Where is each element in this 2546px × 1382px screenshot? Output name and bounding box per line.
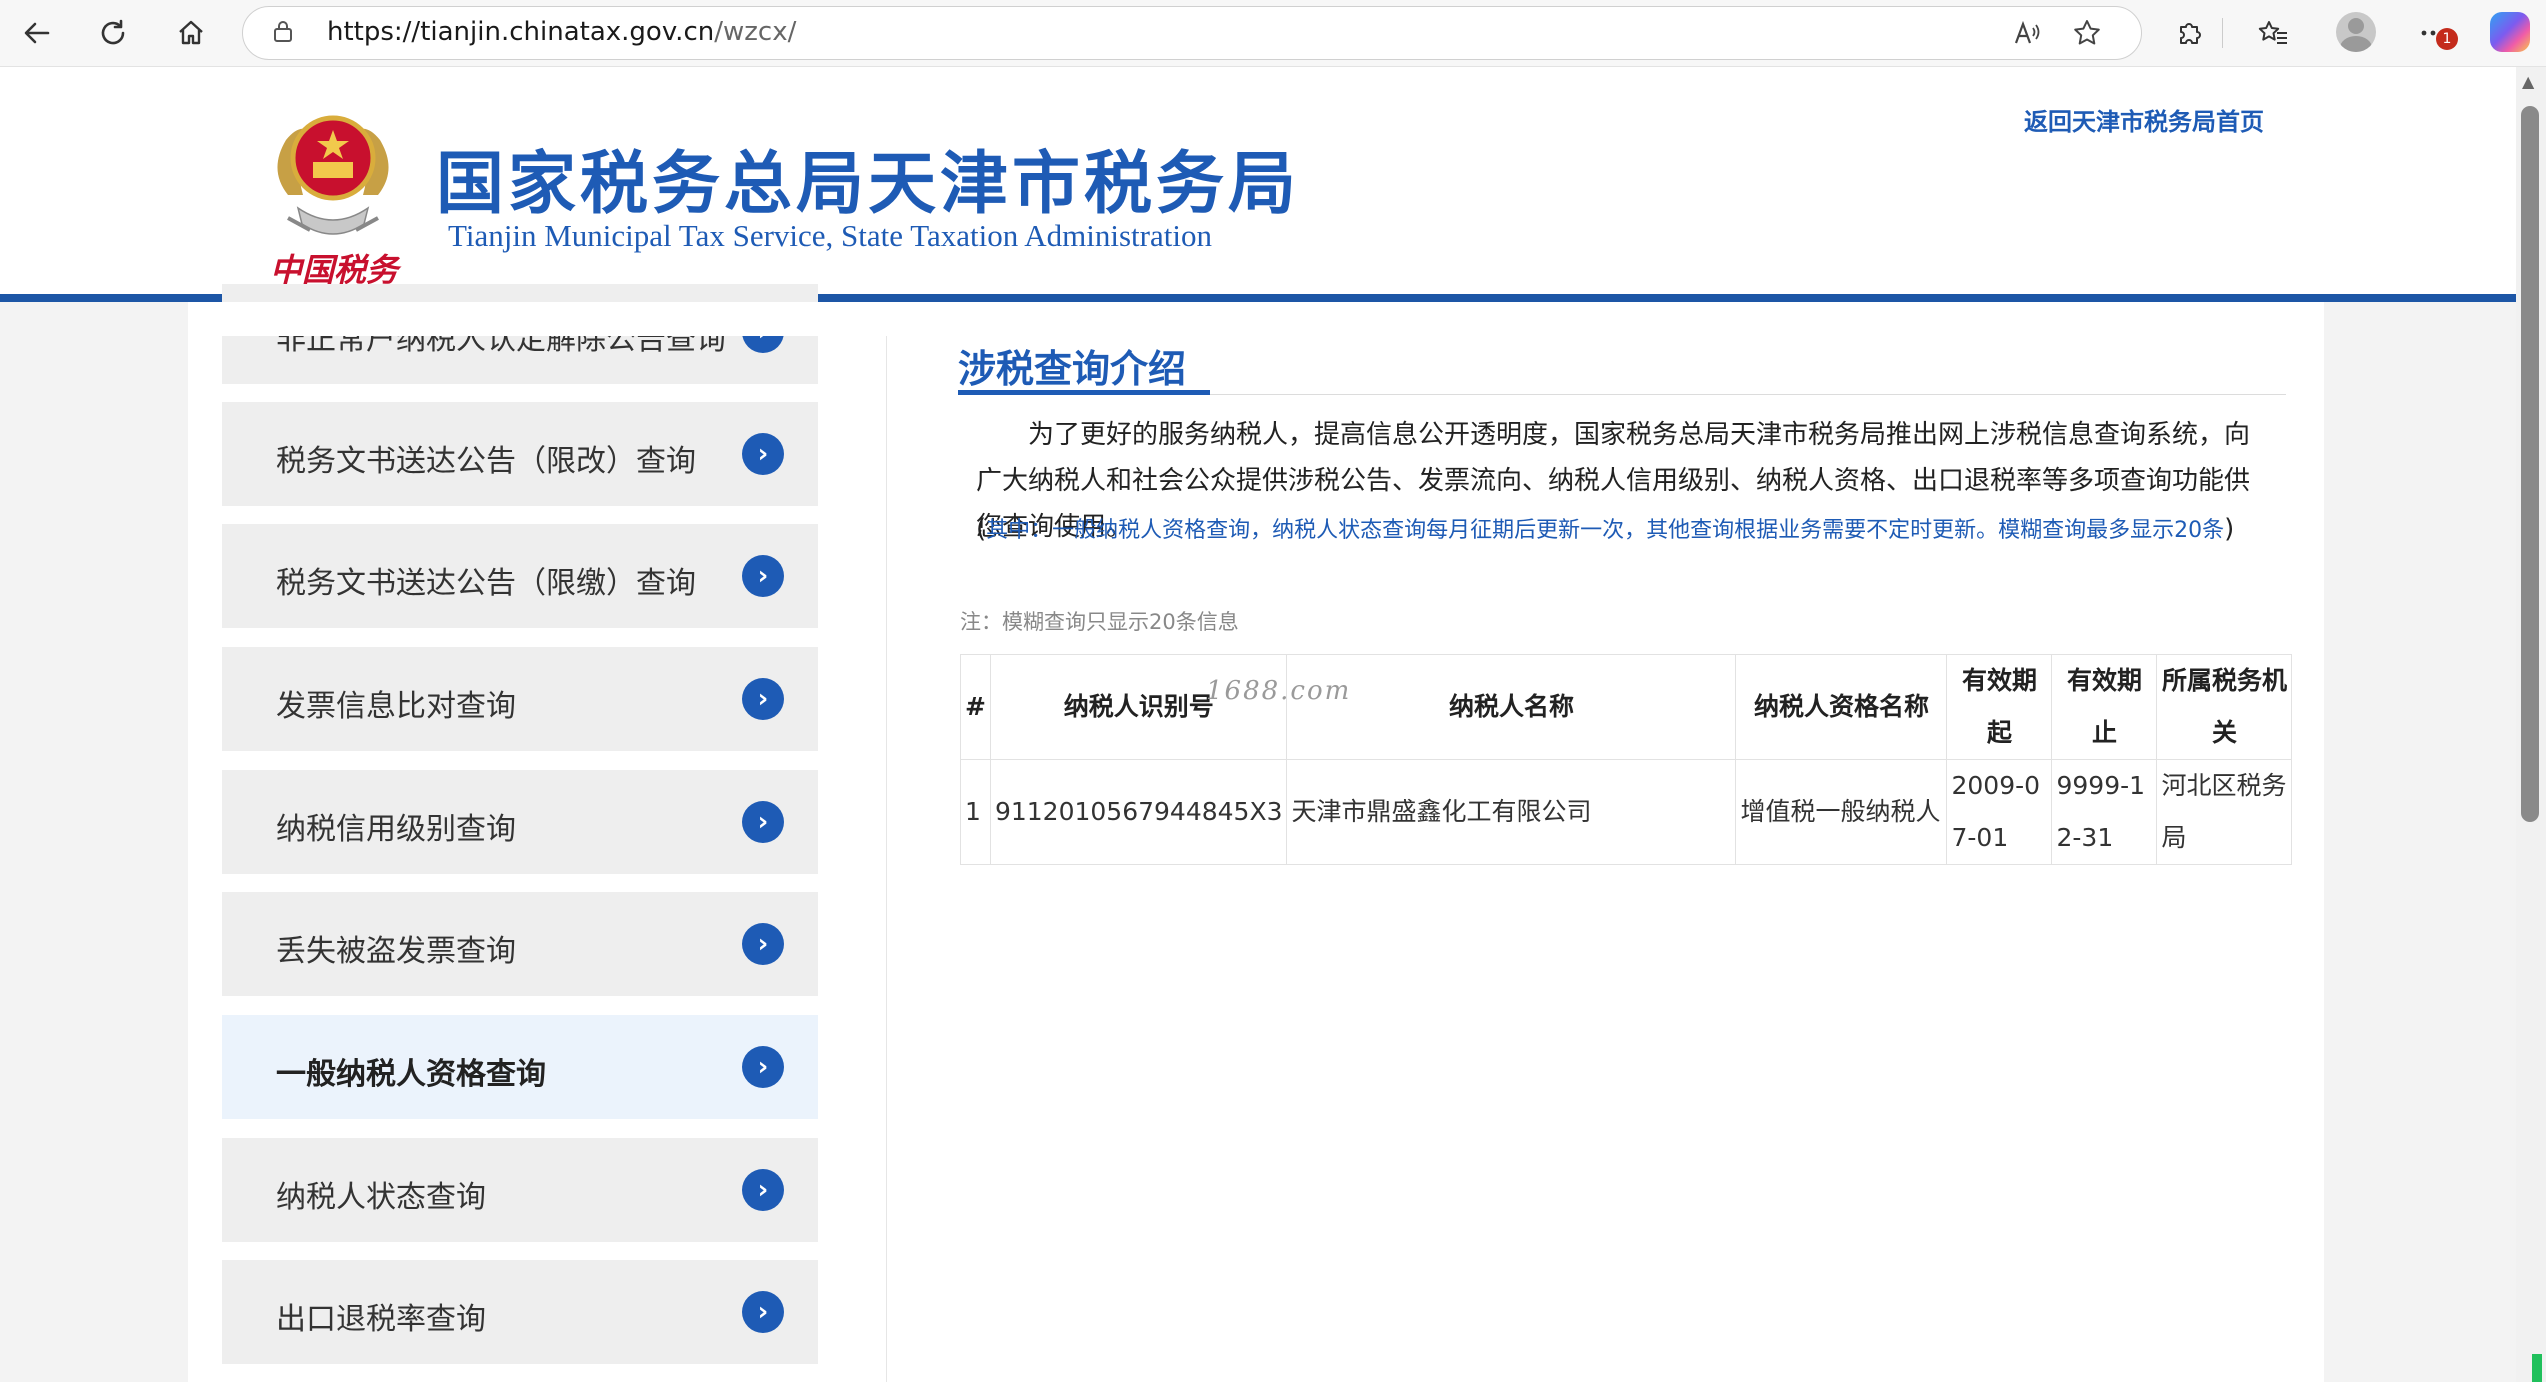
col-qualification: 纳税人资格名称 (1735, 654, 1948, 760)
fuzzy-query-note: 注：模糊查询只显示20条信息 (960, 610, 1239, 634)
favorite-star-icon[interactable] (2069, 15, 2105, 51)
result-table: # 纳税人识别号 纳税人名称 纳税人资格名称 有效期起 有效期止 所属税务机关 … (960, 654, 2293, 865)
sidebar-clip-mask (222, 302, 818, 336)
update-note-close: ) (2224, 514, 2235, 544)
cell-valid-to: 9999-12-31 (2051, 759, 2158, 865)
chevron-right-icon: › (742, 1169, 784, 1211)
col-taxpayer-name: 纳税人名称 (1286, 654, 1737, 760)
toolbar-separator (2222, 18, 2223, 48)
cell-valid-from: 2009-07-01 (1946, 759, 2053, 865)
col-taxpayer-id: 纳税人识别号 (989, 654, 1288, 760)
site-title-en: Tianjin Municipal Tax Service, State Tax… (448, 218, 1212, 253)
sidebar-item-invoice-compare[interactable]: 发票信息比对查询 › (222, 647, 818, 751)
chevron-right-icon: › (742, 801, 784, 843)
title-underline (958, 390, 1210, 395)
update-note: (其中：一般纳税人资格查询，纳税人状态查询每月征期后更新一次，其他查询根据业务需… (976, 512, 2234, 544)
profile-avatar[interactable] (2336, 12, 2376, 52)
url-host: https://tianjin.chinatax.gov.cn (327, 17, 715, 47)
read-aloud-icon[interactable] (2009, 15, 2045, 51)
section-title: 涉税查询介绍 (958, 347, 1187, 391)
chevron-right-icon: › (742, 678, 784, 720)
sidebar-item-document-notice-correction[interactable]: 税务文书送达公告（限改）查询 › (222, 402, 818, 506)
sidebar-item-label: 丢失被盗发票查询 (276, 934, 516, 969)
cell-qualification: 增值税一般纳税人 (1735, 759, 1948, 865)
extensions-icon[interactable] (2166, 10, 2212, 56)
refresh-icon[interactable] (88, 8, 138, 58)
chevron-right-icon: › (742, 1046, 784, 1088)
scroll-up-arrow-icon[interactable]: ▲ (2522, 72, 2534, 91)
url-path: /wzcx/ (714, 17, 797, 47)
green-indicator (2532, 1354, 2542, 1382)
sidebar-item-label: 税务文书送达公告（限改）查询 (276, 444, 696, 479)
scrollbar-thumb[interactable] (2521, 106, 2539, 822)
site-title-cn: 国家税务总局天津市税务局 (436, 144, 1301, 224)
browser-toolbar: https://tianjin.chinatax.gov.cn/wzcx/ 1 (0, 0, 2546, 67)
col-tax-authority: 所属税务机关 (2156, 654, 2293, 760)
address-bar[interactable]: https://tianjin.chinatax.gov.cn/wzcx/ (242, 6, 2142, 60)
sidebar-item-label: 纳税人状态查询 (276, 1180, 486, 1215)
col-index: # (960, 654, 991, 760)
home-icon[interactable] (166, 8, 216, 58)
sidebar-item-label: 税务文书送达公告（限缴）查询 (276, 566, 696, 601)
cell-tax-authority: 河北区税务局 (2156, 759, 2293, 865)
sidebar-item-credit-rating[interactable]: 纳税信用级别查询 › (222, 770, 818, 874)
back-arrow-icon[interactable] (12, 8, 62, 58)
update-note-open: ( (976, 514, 987, 544)
sidebar-item-document-notice-payment[interactable]: 税务文书送达公告（限缴）查询 › (222, 524, 818, 628)
sidebar-item-label: 出口退税率查询 (276, 1302, 486, 1337)
watermark-text: 1688.com (1206, 676, 1352, 706)
chevron-right-icon: › (742, 555, 784, 597)
sidebar-item-label: 发票信息比对查询 (276, 689, 516, 724)
table-row: 1 9112010567944845X3 天津市鼎盛鑫化工有限公司 增值税一般纳… (960, 759, 2293, 865)
chevron-right-icon: › (742, 1291, 784, 1333)
chevron-right-icon: › (742, 433, 784, 475)
sidebar-divider (886, 336, 887, 1382)
sidebar-item-export-rebate[interactable]: 出口退税率查询 › (222, 1260, 818, 1364)
update-note-text: 其中：一般纳税人资格查询，纳税人状态查询每月征期后更新一次，其他查询根据业务需要… (986, 518, 2225, 543)
sidebar-item-label: 纳税信用级别查询 (276, 812, 516, 847)
sidebar-item-lost-invoice[interactable]: 丢失被盗发票查询 › (222, 892, 818, 996)
notification-badge: 1 (2436, 28, 2458, 50)
chevron-right-icon: › (742, 923, 784, 965)
col-valid-from: 有效期起 (1946, 654, 2053, 760)
site-header: 中国税务 国家税务总局天津市税务局 Tianjin Municipal Tax … (0, 67, 2516, 295)
cell-index: 1 (960, 759, 991, 865)
cell-taxpayer-id: 9112010567944845X3 (989, 759, 1288, 865)
cell-taxpayer-name: 天津市鼎盛鑫化工有限公司 (1286, 759, 1737, 865)
sidebar-item-label: 一般纳税人资格查询 (276, 1057, 546, 1092)
sidebar-item-taxpayer-status[interactable]: 纳税人状态查询 › (222, 1138, 818, 1242)
col-valid-to: 有效期止 (2051, 654, 2158, 760)
table-header-row: # 纳税人识别号 纳税人名称 纳税人资格名称 有效期起 有效期止 所属税务机关 (960, 654, 2293, 760)
copilot-icon[interactable] (2490, 12, 2530, 52)
url-text[interactable]: https://tianjin.chinatax.gov.cn/wzcx/ (327, 17, 796, 47)
sidebar-item-general-taxpayer[interactable]: 一般纳税人资格查询 › (222, 1015, 818, 1119)
back-home-link[interactable]: 返回天津市税务局首页 (2024, 102, 2264, 137)
favorites-icon[interactable] (2250, 10, 2296, 56)
lock-icon (274, 21, 292, 42)
